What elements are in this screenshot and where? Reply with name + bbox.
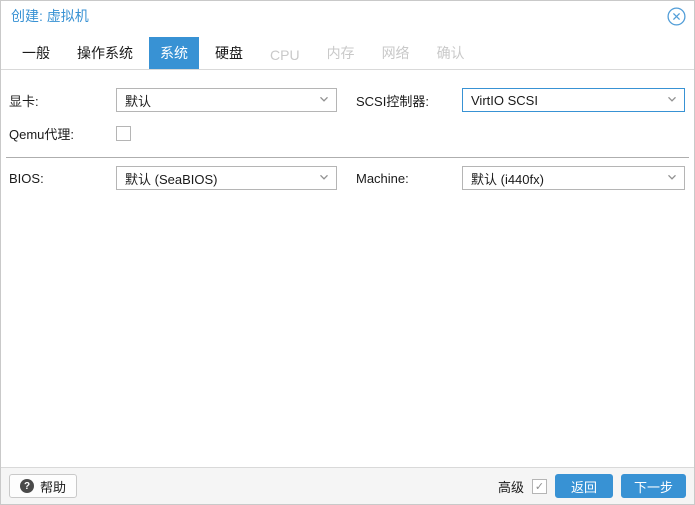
section-separator xyxy=(6,157,689,158)
next-button[interactable]: 下一步 xyxy=(620,474,686,498)
help-button-label: 帮助 xyxy=(40,479,67,495)
tab-general[interactable]: 一般 xyxy=(11,37,61,69)
bios-dropdown[interactable]: 默认 (SeaBIOS) xyxy=(116,166,337,190)
scsi-label: SCSI控制器: xyxy=(356,93,429,109)
tab-bar: 一般 操作系统 系统 硬盘 CPU 内存 网络 确认 xyxy=(1,31,694,70)
form-row-3: BIOS: 默认 (SeaBIOS) Machine: 默认 (i440fx) xyxy=(1,166,694,190)
tab-cpu: CPU xyxy=(270,47,300,63)
dialog-title: 创建: 虚拟机 xyxy=(11,8,89,24)
bios-value: 默认 (SeaBIOS) xyxy=(125,171,218,187)
qemu-agent-label: Qemu代理: xyxy=(9,127,75,142)
help-button[interactable]: ? 帮助 xyxy=(9,474,78,498)
tab-system[interactable]: 系统 xyxy=(149,37,199,69)
machine-label: Machine: xyxy=(356,170,409,186)
tab-network: 网络 xyxy=(381,45,410,61)
tab-confirm: 确认 xyxy=(436,45,465,61)
scsi-field-group: SCSI控制器: VirtIO SCSI xyxy=(347,88,694,112)
help-icon: ? xyxy=(20,479,34,493)
gpu-dropdown[interactable]: 默认 xyxy=(116,88,337,112)
create-vm-dialog: 创建: 虚拟机 一般 操作系统 系统 硬盘 CPU 内存 网络 确认 显卡: 默… xyxy=(0,0,695,505)
footer-toolbar: ? 帮助 高级 ✓ 返回 下一步 xyxy=(1,467,694,504)
chevron-down-icon xyxy=(666,171,678,186)
machine-value: 默认 (i440fx) xyxy=(471,171,544,187)
system-form: 显卡: 默认 SCSI控制器: VirtIO SCSI Qemu代理: BIOS… xyxy=(1,70,694,190)
gpu-label: 显卡: xyxy=(9,93,39,109)
chevron-down-icon xyxy=(318,171,330,186)
qemu-agent-checkbox[interactable] xyxy=(116,126,131,141)
bios-label: BIOS: xyxy=(9,170,44,186)
dialog-header: 创建: 虚拟机 xyxy=(1,1,694,31)
bios-field-group: BIOS: 默认 (SeaBIOS) xyxy=(1,166,347,190)
tab-os[interactable]: 操作系统 xyxy=(66,37,144,69)
chevron-down-icon xyxy=(318,93,330,108)
footer-actions: 高级 ✓ 返回 下一步 xyxy=(498,474,686,498)
back-button[interactable]: 返回 xyxy=(554,474,613,498)
form-row-2: Qemu代理: xyxy=(1,124,694,143)
advanced-label: 高级 xyxy=(497,479,524,495)
gpu-value: 默认 xyxy=(125,93,152,109)
scsi-value: VirtIO SCSI xyxy=(471,92,538,108)
close-icon[interactable] xyxy=(666,6,686,26)
machine-field-group: Machine: 默认 (i440fx) xyxy=(347,166,694,190)
machine-dropdown[interactable]: 默认 (i440fx) xyxy=(462,166,685,190)
advanced-checkbox[interactable]: ✓ xyxy=(531,478,547,494)
form-row-1: 显卡: 默认 SCSI控制器: VirtIO SCSI xyxy=(1,88,694,112)
tab-disks[interactable]: 硬盘 xyxy=(204,37,254,69)
qemu-agent-group: Qemu代理: xyxy=(1,124,348,143)
tab-memory: 内存 xyxy=(326,45,355,61)
chevron-down-icon xyxy=(666,93,678,108)
scsi-dropdown[interactable]: VirtIO SCSI xyxy=(462,88,685,112)
gpu-field-group: 显卡: 默认 xyxy=(1,88,347,112)
